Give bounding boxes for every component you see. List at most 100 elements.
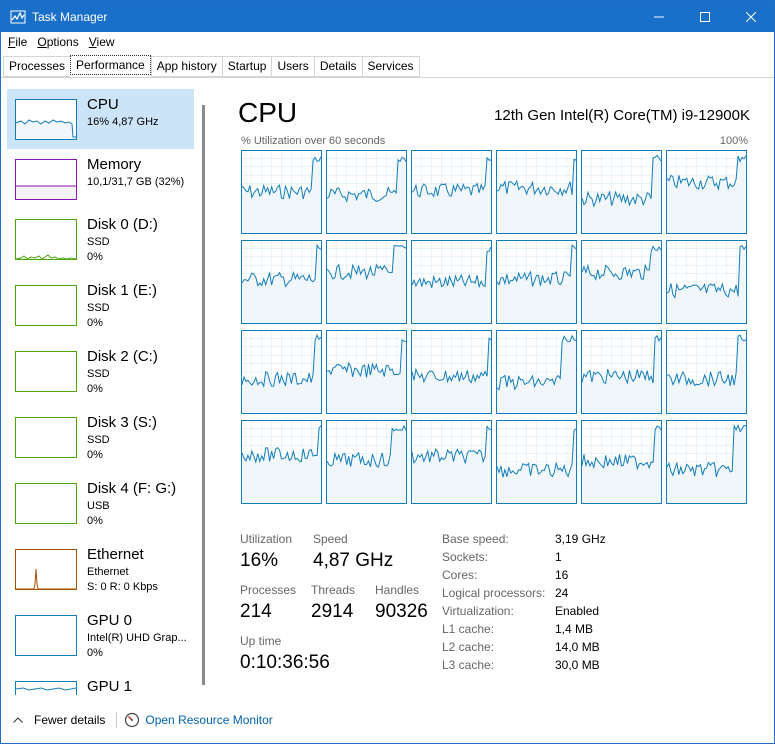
sidebar-scrollbar-thumb[interactable] xyxy=(202,105,205,685)
logical-processor-graph xyxy=(241,330,322,414)
sidebar-disk4-type: USB xyxy=(87,500,110,512)
processes-value: 214 xyxy=(240,601,272,622)
sidebar-ethernet-throughput: S: 0 R: 0 Kbps xyxy=(87,581,158,593)
open-resource-monitor-link[interactable]: Open Resource Monitor xyxy=(124,712,273,728)
sidebar-disk0-usage: 0% xyxy=(87,251,103,263)
ethernet-thumbnail-graph xyxy=(15,549,77,590)
spec-logical-processors-label: Logical processors: xyxy=(442,586,546,600)
sidebar-gpu0-usage: 0% xyxy=(87,647,103,659)
sidebar-item-gpu1[interactable]: GPU 1 xyxy=(7,671,194,695)
logical-processor-graph xyxy=(581,420,662,504)
tab-app-history[interactable]: App history xyxy=(150,56,222,77)
menu-options[interactable]: Options xyxy=(32,35,83,49)
sidebar-item-disk4[interactable]: Disk 4 (F: G:) USB 0% xyxy=(7,473,194,533)
tab-details[interactable]: Details xyxy=(313,56,362,77)
sidebar-disk1-usage: 0% xyxy=(87,317,103,329)
fewer-details-label: Fewer details xyxy=(34,713,106,727)
cpu-model-name: 12th Gen Intel(R) Core(TM) i9-12900K xyxy=(494,107,750,124)
menu-file[interactable]: File xyxy=(3,35,32,49)
logical-processor-graph xyxy=(241,240,322,324)
sidebar-gpu1-name: GPU 1 xyxy=(87,678,133,695)
spec-l1-cache-label: L1 cache: xyxy=(442,622,495,636)
spec-base-speed-label: Base speed: xyxy=(442,532,509,546)
minimize-button[interactable] xyxy=(636,1,682,32)
logical-processor-graph xyxy=(581,150,662,234)
task-manager-window: Task Manager File Options View Processes… xyxy=(0,0,775,744)
tab-performance[interactable]: Performance xyxy=(70,55,151,75)
sidebar-item-cpu[interactable]: CPU 16% 4,87 GHz xyxy=(7,89,194,149)
logical-processor-graph xyxy=(241,150,322,234)
menu-view[interactable]: View xyxy=(84,35,120,49)
logical-processor-graph xyxy=(411,240,492,324)
spec-l2-cache-label: L2 cache: xyxy=(442,640,495,654)
tab-divider xyxy=(1,77,774,78)
sidebar-disk3-usage: 0% xyxy=(87,449,103,461)
logical-processor-graph xyxy=(581,240,662,324)
sidebar-memory-sub: 10,1/31,7 GB (32%) xyxy=(87,176,185,188)
sidebar-scrollbar[interactable] xyxy=(202,93,205,691)
sidebar-item-disk1[interactable]: Disk 1 (E:) SSD 0% xyxy=(7,275,194,335)
spec-l1-cache-value: 1,4 MB xyxy=(555,622,594,636)
sidebar-disk1-type: SSD xyxy=(87,302,110,314)
maximize-button[interactable] xyxy=(682,1,728,32)
logical-processor-graph xyxy=(326,420,407,504)
utilization-label: Utilization xyxy=(240,532,293,546)
speed-value: 4,87 GHz xyxy=(313,550,394,571)
fewer-details-button[interactable]: Fewer details xyxy=(13,713,105,727)
handles-value: 90326 xyxy=(375,601,428,622)
graph-max-label: 100% xyxy=(719,135,748,147)
logical-processor-graph xyxy=(411,150,492,234)
spec-virtualization-label: Virtualization: xyxy=(442,604,514,618)
sidebar-item-memory[interactable]: Memory 10,1/31,7 GB (32%) xyxy=(7,149,194,209)
resource-monitor-icon xyxy=(125,712,140,728)
sidebar-item-ethernet[interactable]: Ethernet Ethernet S: 0 R: 0 Kbps xyxy=(7,539,194,599)
sidebar-item-disk0[interactable]: Disk 0 (D:) SSD 0% xyxy=(7,209,194,269)
open-resource-monitor-label: Open Resource Monitor xyxy=(145,713,273,727)
close-button[interactable] xyxy=(728,1,774,32)
logical-processor-graph xyxy=(666,420,747,504)
task-manager-app-icon xyxy=(10,10,26,23)
sidebar-cpu-sub: 16% 4,87 GHz xyxy=(87,116,159,128)
cpu-thumbnail-graph xyxy=(15,99,77,140)
gpu1-thumbnail-graph xyxy=(15,681,77,695)
sidebar-memory-name: Memory xyxy=(87,156,142,173)
uptime-value: 0:10:36:56 xyxy=(240,652,330,673)
logical-processor-graph xyxy=(496,330,577,414)
spec-virtualization-value: Enabled xyxy=(555,604,600,618)
cpu-heading: CPU xyxy=(238,97,298,128)
logical-processor-graph xyxy=(496,420,577,504)
tab-services[interactable]: Services xyxy=(361,56,420,77)
sidebar-gpu0-name: GPU 0 xyxy=(87,612,133,629)
threads-label: Threads xyxy=(311,583,356,597)
close-icon xyxy=(746,11,756,22)
memory-thumbnail-graph xyxy=(15,159,77,200)
sidebar-item-disk2[interactable]: Disk 2 (C:) SSD 0% xyxy=(7,341,194,401)
tab-startup[interactable]: Startup xyxy=(221,56,272,77)
tab-processes[interactable]: Processes xyxy=(3,56,71,77)
sidebar-disk2-name: Disk 2 (C:) xyxy=(87,348,158,365)
disk0-thumbnail-graph xyxy=(15,219,77,260)
sidebar-item-gpu0[interactable]: GPU 0 Intel(R) UHD Grap... 0% xyxy=(7,605,194,665)
tab-strip: Processes Performance App history Startu… xyxy=(3,55,420,77)
sidebar-disk0-type: SSD xyxy=(87,236,110,248)
cpu-detail-panel: CPU 12th Gen Intel(R) Core(TM) i9-12900K… xyxy=(223,88,763,695)
spec-sockets-label: Sockets: xyxy=(442,550,489,564)
spec-l2-cache-value: 14,0 MB xyxy=(555,640,600,654)
sidebar-gpu0-model: Intel(R) UHD Grap... xyxy=(87,632,187,644)
sidebar-disk2-type: SSD xyxy=(87,368,110,380)
resource-sidebar: CPU 16% 4,87 GHz Memory 10,1/31,7 GB (32… xyxy=(5,88,213,695)
title-bar[interactable]: Task Manager xyxy=(1,1,774,32)
graph-caption: % Utilization over 60 seconds xyxy=(241,135,386,147)
sidebar-disk0-name: Disk 0 (D:) xyxy=(87,216,158,233)
logical-processor-graph xyxy=(581,330,662,414)
menu-bar: File Options View xyxy=(1,32,774,52)
tab-users[interactable]: Users xyxy=(271,56,314,77)
logical-processor-graph xyxy=(496,150,577,234)
disk2-thumbnail-graph xyxy=(15,351,77,392)
sidebar-item-disk3[interactable]: Disk 3 (S:) SSD 0% xyxy=(7,407,194,467)
gpu0-thumbnail-graph xyxy=(15,615,77,656)
logical-processor-graph xyxy=(326,330,407,414)
disk3-thumbnail-graph xyxy=(15,417,77,458)
spec-cores-label: Cores: xyxy=(442,568,478,582)
processes-label: Processes xyxy=(240,583,297,597)
